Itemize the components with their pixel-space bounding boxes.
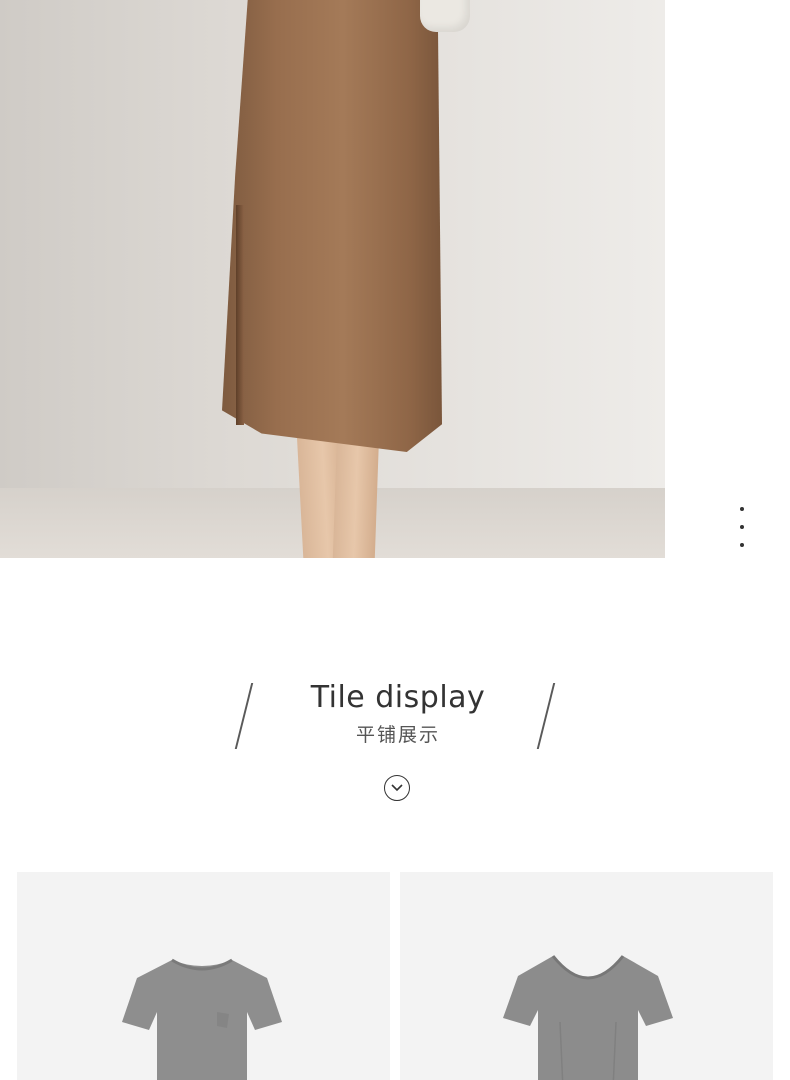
tile-image-back[interactable] bbox=[400, 872, 773, 1080]
more-vertical-icon[interactable] bbox=[730, 507, 754, 547]
tile-image-front[interactable] bbox=[17, 872, 390, 1080]
section-subtitle: 平铺展示 bbox=[355, 724, 440, 746]
handbag bbox=[420, 0, 470, 32]
tshirt-back-image bbox=[503, 955, 673, 1080]
decorative-slash-right bbox=[536, 683, 556, 749]
chevron-down-icon bbox=[391, 784, 403, 792]
chevron-down-circle-icon[interactable] bbox=[384, 775, 410, 801]
dot bbox=[740, 543, 744, 547]
section-title: Tile display bbox=[310, 680, 486, 715]
decorative-slash-left bbox=[234, 683, 254, 749]
dot bbox=[740, 507, 744, 511]
tshirt-front-image bbox=[122, 958, 282, 1080]
skirt bbox=[222, 0, 442, 452]
hero-product-image[interactable] bbox=[0, 0, 665, 558]
dot bbox=[740, 525, 744, 529]
skirt-slit bbox=[236, 205, 244, 425]
